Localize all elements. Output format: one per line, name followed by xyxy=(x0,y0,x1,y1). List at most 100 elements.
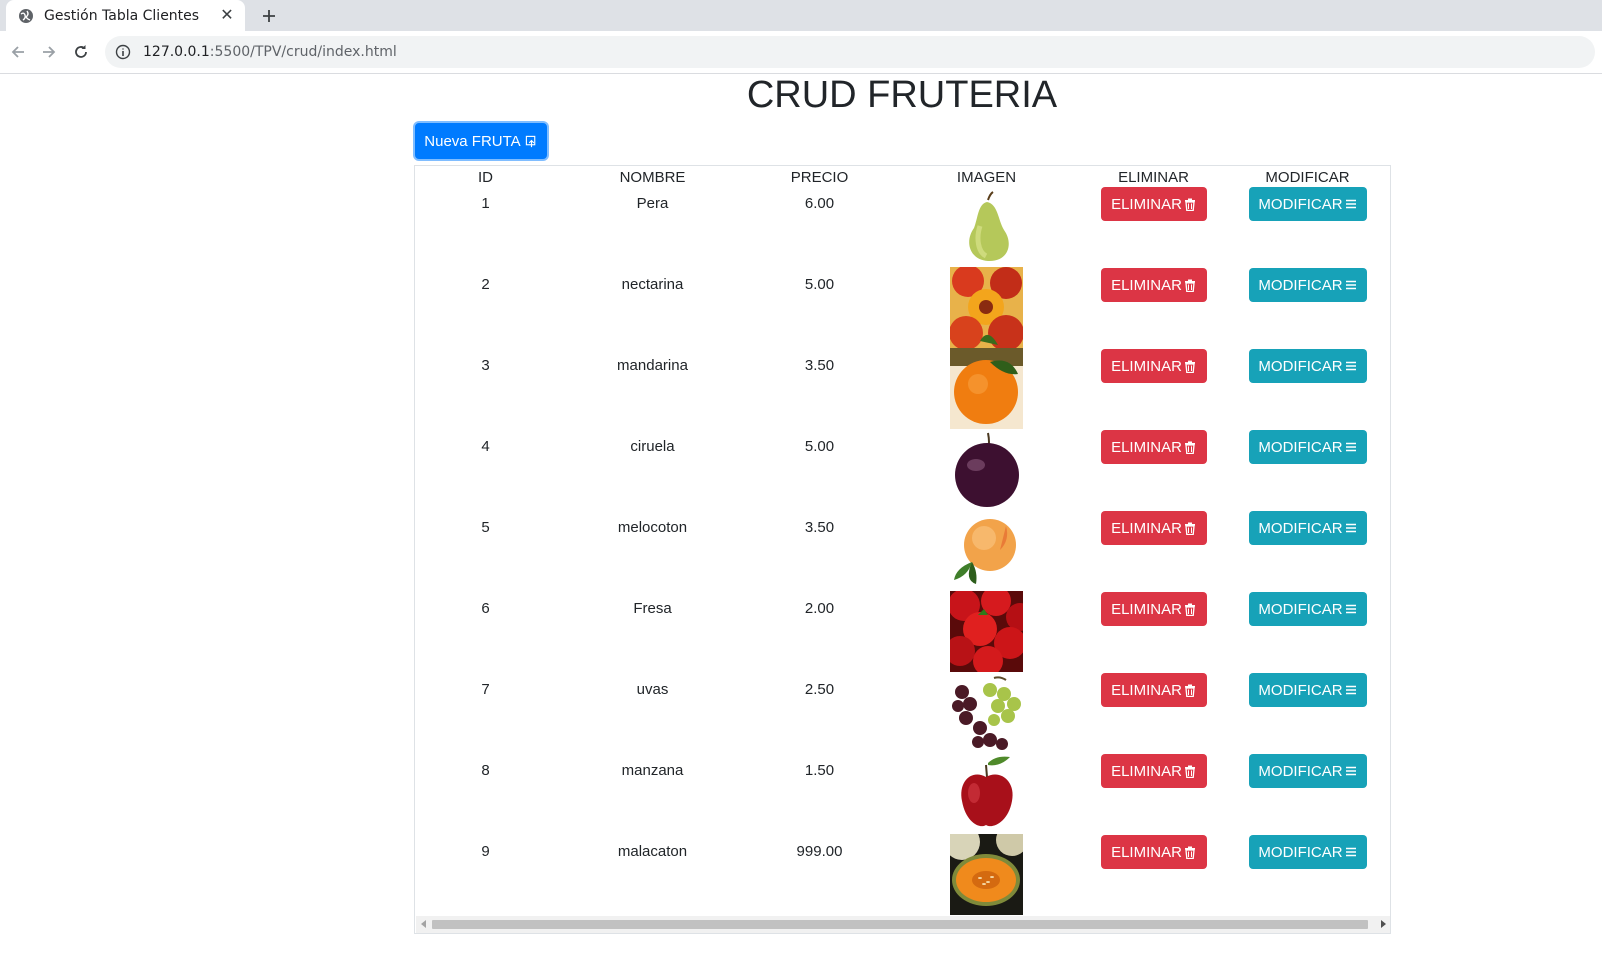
header-nombre: NOMBRE xyxy=(619,169,686,186)
nectarine-image xyxy=(950,267,1023,348)
new-tab-button[interactable] xyxy=(256,3,282,29)
tab-title: Gestión Tabla Clientes xyxy=(44,7,200,24)
cell-nombre: uvas xyxy=(636,681,669,698)
horizontal-scrollbar[interactable] xyxy=(416,916,1390,933)
modify-button[interactable]: MODIFICAR xyxy=(1248,835,1367,869)
trash-icon xyxy=(1184,522,1195,535)
strawberry-image xyxy=(950,591,1023,672)
header-imagen: IMAGEN xyxy=(956,169,1017,186)
modify-label: MODIFICAR xyxy=(1258,681,1343,699)
modify-label: MODIFICAR xyxy=(1258,519,1343,537)
modify-button[interactable]: MODIFICAR xyxy=(1248,754,1367,788)
modify-label: MODIFICAR xyxy=(1258,843,1343,861)
delete-label: ELIMINAR xyxy=(1111,600,1182,618)
cell-modificar: MODIFICAR xyxy=(1224,753,1390,834)
scrollbar-thumb[interactable] xyxy=(432,920,1368,929)
delete-button[interactable]: ELIMINAR xyxy=(1100,835,1207,869)
header-id: ID xyxy=(478,169,493,186)
delete-button[interactable]: ELIMINAR xyxy=(1100,268,1207,302)
cell-precio: 5.00 xyxy=(804,438,835,455)
modify-button[interactable]: MODIFICAR xyxy=(1248,187,1367,221)
info-icon[interactable] xyxy=(115,44,131,60)
new-fruit-button[interactable]: Nueva FRUTA xyxy=(415,123,547,159)
delete-button[interactable]: ELIMINAR xyxy=(1100,673,1207,707)
cell-id: 4 xyxy=(481,438,490,455)
cell-modificar: MODIFICAR xyxy=(1224,834,1390,915)
cell-eliminar: ELIMINAR xyxy=(1083,672,1224,753)
list-icon xyxy=(1345,523,1356,533)
modify-button[interactable]: MODIFICAR xyxy=(1248,592,1367,626)
modify-button[interactable]: MODIFICAR xyxy=(1248,673,1367,707)
table-row: 6 Fresa 2.00 ELIMINAR MODIFICAR xyxy=(415,591,1390,672)
cell-eliminar: ELIMINAR xyxy=(1083,429,1224,510)
list-icon xyxy=(1345,685,1356,695)
pear-image xyxy=(950,186,1023,267)
trash-icon xyxy=(1184,603,1195,616)
cell-eliminar: ELIMINAR xyxy=(1083,186,1224,267)
scroll-left-arrow[interactable] xyxy=(421,920,426,928)
modify-label: MODIFICAR xyxy=(1258,600,1343,618)
cell-nombre: mandarina xyxy=(617,357,688,374)
list-icon xyxy=(1345,280,1356,290)
cell-id: 8 xyxy=(481,762,490,779)
cell-id: 7 xyxy=(481,681,490,698)
table-row: 3 mandarina 3.50 ELIMINAR MODIFICAR xyxy=(415,348,1390,429)
header-modificar: MODIFICAR xyxy=(1265,169,1350,186)
modify-button[interactable]: MODIFICAR xyxy=(1248,268,1367,302)
modify-button[interactable]: MODIFICAR xyxy=(1248,430,1367,464)
list-icon xyxy=(1345,442,1356,452)
modify-label: MODIFICAR xyxy=(1258,762,1343,780)
address-bar[interactable]: 127.0.0.1:5500/TPV/crud/index.html xyxy=(105,36,1595,68)
delete-label: ELIMINAR xyxy=(1111,276,1182,294)
modify-button[interactable]: MODIFICAR xyxy=(1248,349,1367,383)
page-title: CRUD FRUTERIA xyxy=(746,74,1058,116)
table-row: 5 melocoton 3.50 ELIMINAR MODIFICAR xyxy=(415,510,1390,591)
close-tab-icon[interactable]: ✕ xyxy=(219,7,235,24)
cell-eliminar: ELIMINAR xyxy=(1083,267,1224,348)
cell-eliminar: ELIMINAR xyxy=(1083,834,1224,915)
delete-button[interactable]: ELIMINAR xyxy=(1100,349,1207,383)
table-row: 4 ciruela 5.00 ELIMINAR MODIFICAR xyxy=(415,429,1390,510)
delete-button[interactable]: ELIMINAR xyxy=(1100,592,1207,626)
cell-imagen xyxy=(890,834,1083,915)
cell-precio: 1.50 xyxy=(804,762,835,779)
file-upload-icon xyxy=(525,135,536,147)
header-eliminar: ELIMINAR xyxy=(1118,169,1189,186)
cell-eliminar: ELIMINAR xyxy=(1083,753,1224,834)
url-path: :5500/TPV/crud/index.html xyxy=(209,44,397,60)
cell-imagen xyxy=(890,429,1083,510)
cell-id: 2 xyxy=(481,276,490,293)
cell-modificar: MODIFICAR xyxy=(1224,591,1390,672)
grapes-image xyxy=(950,672,1023,753)
modify-label: MODIFICAR xyxy=(1258,438,1343,456)
back-button[interactable] xyxy=(4,38,32,66)
cell-imagen xyxy=(890,753,1083,834)
cell-imagen xyxy=(890,348,1083,429)
modify-button[interactable]: MODIFICAR xyxy=(1248,511,1367,545)
fruit-table: ID NOMBRE PRECIO IMAGEN ELIMINAR MODIFIC… xyxy=(415,166,1390,915)
plus-icon xyxy=(263,10,275,22)
delete-button[interactable]: ELIMINAR xyxy=(1100,187,1207,221)
browser-tab-bar: Gestión Tabla Clientes ✕ xyxy=(0,0,1602,31)
delete-button[interactable]: ELIMINAR xyxy=(1100,430,1207,464)
delete-label: ELIMINAR xyxy=(1111,438,1182,456)
delete-button[interactable]: ELIMINAR xyxy=(1100,511,1207,545)
cell-modificar: MODIFICAR xyxy=(1224,672,1390,753)
browser-toolbar: 127.0.0.1:5500/TPV/crud/index.html xyxy=(0,31,1602,74)
delete-button[interactable]: ELIMINAR xyxy=(1100,754,1207,788)
delete-label: ELIMINAR xyxy=(1111,357,1182,375)
list-icon xyxy=(1345,361,1356,371)
reload-button[interactable] xyxy=(67,38,95,66)
list-icon xyxy=(1345,199,1356,209)
cell-nombre: Pera xyxy=(636,195,669,212)
delete-label: ELIMINAR xyxy=(1111,195,1182,213)
cell-precio: 5.00 xyxy=(804,276,835,293)
cell-eliminar: ELIMINAR xyxy=(1083,591,1224,672)
scroll-right-arrow[interactable] xyxy=(1381,920,1386,928)
trash-icon xyxy=(1184,684,1195,697)
trash-icon xyxy=(1184,846,1195,859)
forward-button[interactable] xyxy=(35,38,63,66)
plum-image xyxy=(950,429,1023,510)
trash-icon xyxy=(1184,279,1195,292)
browser-tab[interactable]: Gestión Tabla Clientes ✕ xyxy=(6,0,245,31)
